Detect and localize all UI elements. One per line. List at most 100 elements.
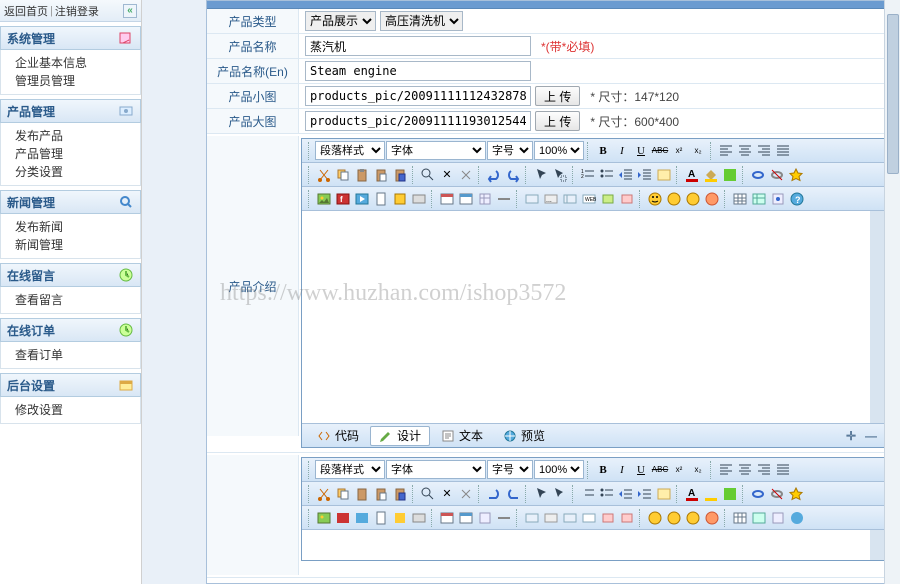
indent-button[interactable]	[636, 166, 654, 184]
align-center-button-2[interactable]	[736, 461, 754, 479]
vertical-scrollbar[interactable]	[884, 0, 900, 584]
copy-button[interactable]	[334, 166, 352, 184]
sidebar-item-1-0[interactable]: 发布产品	[1, 127, 140, 145]
hr-button-2[interactable]	[495, 509, 513, 527]
para-style-select[interactable]: 段落样式	[315, 141, 385, 160]
box3-button-2[interactable]	[561, 509, 579, 527]
cut-button-2[interactable]	[315, 485, 333, 503]
subscript-button-2[interactable]: x₂	[689, 461, 707, 479]
backcolor-button-2[interactable]	[702, 485, 720, 503]
editor-body[interactable]	[302, 211, 884, 423]
align-right-button[interactable]	[755, 142, 773, 160]
expand-button[interactable]: ✛	[844, 429, 858, 443]
cursor-button-2[interactable]	[532, 485, 550, 503]
align-justify-button-2[interactable]	[774, 461, 792, 479]
flash-button-2[interactable]	[334, 509, 352, 527]
help-button-2[interactable]	[788, 509, 806, 527]
sidebar-item-5-0[interactable]: 修改设置	[1, 401, 140, 419]
font-family-select-2[interactable]: 字体	[386, 460, 486, 479]
ordered-list-button-2[interactable]	[579, 485, 597, 503]
sidebar-group-4[interactable]: 在线订单	[0, 318, 141, 342]
time-button-2[interactable]	[457, 509, 475, 527]
template-button[interactable]	[476, 190, 494, 208]
bold-button-2[interactable]: B	[594, 461, 612, 479]
smiley3-button-2[interactable]	[684, 509, 702, 527]
quote-button-2[interactable]	[655, 485, 673, 503]
media-button-2[interactable]	[353, 509, 371, 527]
sidebar-group-3[interactable]: 在线留言	[0, 263, 141, 287]
unordered-list-button[interactable]	[598, 166, 616, 184]
product-name-input[interactable]	[305, 36, 531, 56]
font-family-select[interactable]: 字体	[386, 141, 486, 160]
flash-button[interactable]: f	[334, 190, 352, 208]
special-button-2[interactable]	[410, 509, 428, 527]
sidebar-item-1-2[interactable]: 分类设置	[1, 163, 140, 181]
smiley2-button[interactable]	[665, 190, 683, 208]
italic-button[interactable]: I	[613, 142, 631, 160]
unordered-list-button-2[interactable]	[598, 485, 616, 503]
align-left-button-2[interactable]	[717, 461, 735, 479]
align-left-button[interactable]	[717, 142, 735, 160]
undo-button[interactable]	[485, 166, 503, 184]
sidebar-item-0-0[interactable]: 企业基本信息	[1, 54, 140, 72]
tab-preview[interactable]: 预览	[494, 426, 554, 446]
paste-text-button-2[interactable]	[372, 485, 390, 503]
image-button[interactable]	[315, 190, 333, 208]
smiley4-button-2[interactable]	[703, 509, 721, 527]
remove-format-button[interactable]	[457, 166, 475, 184]
product-display-select[interactable]: 产品展示	[305, 11, 376, 31]
smiley1-button[interactable]	[646, 190, 664, 208]
template-button-2[interactable]	[476, 509, 494, 527]
superscript-button[interactable]: x²	[670, 142, 688, 160]
bgcolor-button-2[interactable]	[721, 485, 739, 503]
paste-word-button[interactable]	[391, 166, 409, 184]
box2-button-2[interactable]	[542, 509, 560, 527]
outdent-button-2[interactable]	[617, 485, 635, 503]
copy-button-2[interactable]	[334, 485, 352, 503]
paste-button[interactable]	[353, 166, 371, 184]
table-button[interactable]	[731, 190, 749, 208]
smiley4-button[interactable]	[703, 190, 721, 208]
box6-button-2[interactable]	[618, 509, 636, 527]
outdent-button[interactable]	[617, 166, 635, 184]
sidebar-group-5[interactable]: 后台设置	[0, 373, 141, 397]
tab-code[interactable]: 代码	[308, 426, 368, 446]
anchor-button-2[interactable]	[787, 485, 805, 503]
date-button[interactable]	[438, 190, 456, 208]
backcolor-button[interactable]	[702, 166, 720, 184]
sidebar-item-2-0[interactable]: 发布新闻	[1, 218, 140, 236]
redo-button[interactable]	[504, 166, 522, 184]
paste-text-button[interactable]	[372, 166, 390, 184]
superscript-button-2[interactable]: x²	[670, 461, 688, 479]
logout-link[interactable]: 注销登录	[55, 3, 99, 19]
ordered-list-button[interactable]: 12	[579, 166, 597, 184]
special-button[interactable]	[410, 190, 428, 208]
redo-button-2[interactable]	[504, 485, 522, 503]
font-size-select-2[interactable]: 字号	[487, 460, 533, 479]
align-justify-button[interactable]	[774, 142, 792, 160]
font-size-select[interactable]: 字号	[487, 141, 533, 160]
props-button[interactable]	[769, 190, 787, 208]
anchor-button[interactable]	[787, 166, 805, 184]
remove-format-button-2[interactable]	[457, 485, 475, 503]
collapse-editor-button[interactable]: —	[864, 429, 878, 443]
fontcolor-button-2[interactable]: A	[683, 485, 701, 503]
box5-button-2[interactable]	[599, 509, 617, 527]
box1-button-2[interactable]	[523, 509, 541, 527]
image-button-2[interactable]	[315, 509, 333, 527]
find-button[interactable]	[419, 166, 437, 184]
smiley3-button[interactable]	[684, 190, 702, 208]
indent-button-2[interactable]	[636, 485, 654, 503]
sidebar-item-2-1[interactable]: 新闻管理	[1, 236, 140, 254]
delete-button-2[interactable]: ✕	[438, 485, 456, 503]
sidebar-item-0-1[interactable]: 管理员管理	[1, 72, 140, 90]
time-button[interactable]	[457, 190, 475, 208]
smiley1-button-2[interactable]	[646, 509, 664, 527]
smiley2-button-2[interactable]	[665, 509, 683, 527]
find-button-2[interactable]	[419, 485, 437, 503]
box4-button-2[interactable]	[580, 509, 598, 527]
tab-design[interactable]: 设计	[370, 426, 430, 446]
hr-button[interactable]	[495, 190, 513, 208]
cursor-button[interactable]	[532, 166, 550, 184]
bold-button[interactable]: B	[594, 142, 612, 160]
